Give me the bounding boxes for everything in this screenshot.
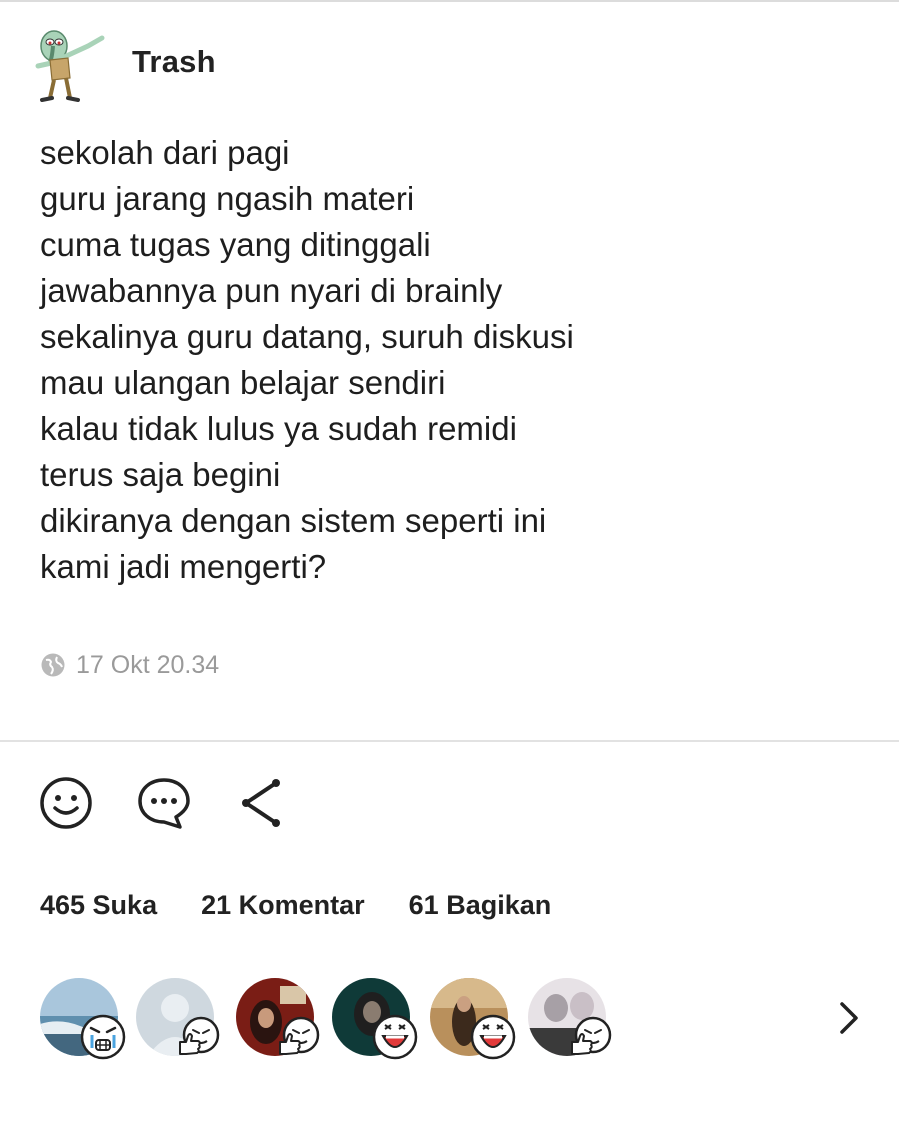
laughing-sticker-icon — [372, 1014, 418, 1060]
top-divider — [0, 0, 899, 2]
section-divider — [0, 740, 899, 742]
more-reactors-button[interactable] — [832, 998, 866, 1038]
post-line: kalau tidak lulus ya sudah remidi — [40, 410, 517, 447]
reactor-item[interactable] — [528, 978, 612, 1056]
react-button[interactable] — [38, 775, 94, 831]
post-text: sekolah dari pagi guru jarang ngasih mat… — [40, 130, 860, 590]
reactor-list — [40, 978, 860, 1060]
timestamp: 17 Okt 20.34 — [76, 650, 220, 679]
post-line: dikiranya dengan sistem seperti ini — [40, 502, 547, 539]
shares-count[interactable]: 61 Bagikan — [409, 890, 552, 921]
post-line: mau ulangan belajar sendiri — [40, 364, 446, 401]
chevron-right-icon — [840, 1002, 858, 1034]
post-line: kami jadi mengerti? — [40, 548, 327, 585]
likes-count[interactable]: 465 Suka — [40, 890, 157, 921]
reactor-item[interactable] — [136, 978, 220, 1056]
post-line: cuma tugas yang ditinggali — [40, 226, 431, 263]
comments-count[interactable]: 21 Komentar — [201, 890, 365, 921]
reactor-item[interactable] — [430, 978, 516, 1060]
share-icon — [242, 779, 280, 827]
engagement-stats: 465 Suka 21 Komentar 61 Bagikan — [40, 885, 595, 925]
crying-sticker-icon — [80, 1014, 126, 1060]
thumbs-up-sticker-icon — [279, 1016, 320, 1055]
reactor-item[interactable] — [40, 978, 126, 1060]
post-line: guru jarang ngasih materi — [40, 180, 415, 217]
smiley-icon — [40, 777, 92, 829]
post-line: sekalinya guru datang, suruh diskusi — [40, 318, 574, 355]
avatar[interactable] — [28, 22, 114, 102]
thumbs-up-sticker-icon — [179, 1016, 220, 1055]
reactor-item[interactable] — [236, 978, 320, 1056]
share-button[interactable] — [234, 775, 290, 831]
action-bar — [38, 772, 332, 834]
squidward-avatar-icon — [35, 30, 105, 102]
laughing-sticker-icon — [470, 1014, 516, 1060]
post-meta: 17 Okt 20.34 — [40, 646, 219, 684]
post-line: jawabannya pun nyari di brainly — [40, 272, 503, 309]
post-line: sekolah dari pagi — [40, 134, 290, 171]
globe-icon — [41, 653, 65, 677]
comment-icon — [138, 778, 190, 829]
reactor-item[interactable] — [332, 978, 418, 1060]
author-name[interactable]: Trash — [132, 44, 216, 80]
post-header: Trash — [28, 22, 628, 102]
post-line: terus saja begini — [40, 456, 281, 493]
comment-button[interactable] — [136, 775, 192, 831]
thumbs-up-sticker-icon — [571, 1016, 612, 1055]
